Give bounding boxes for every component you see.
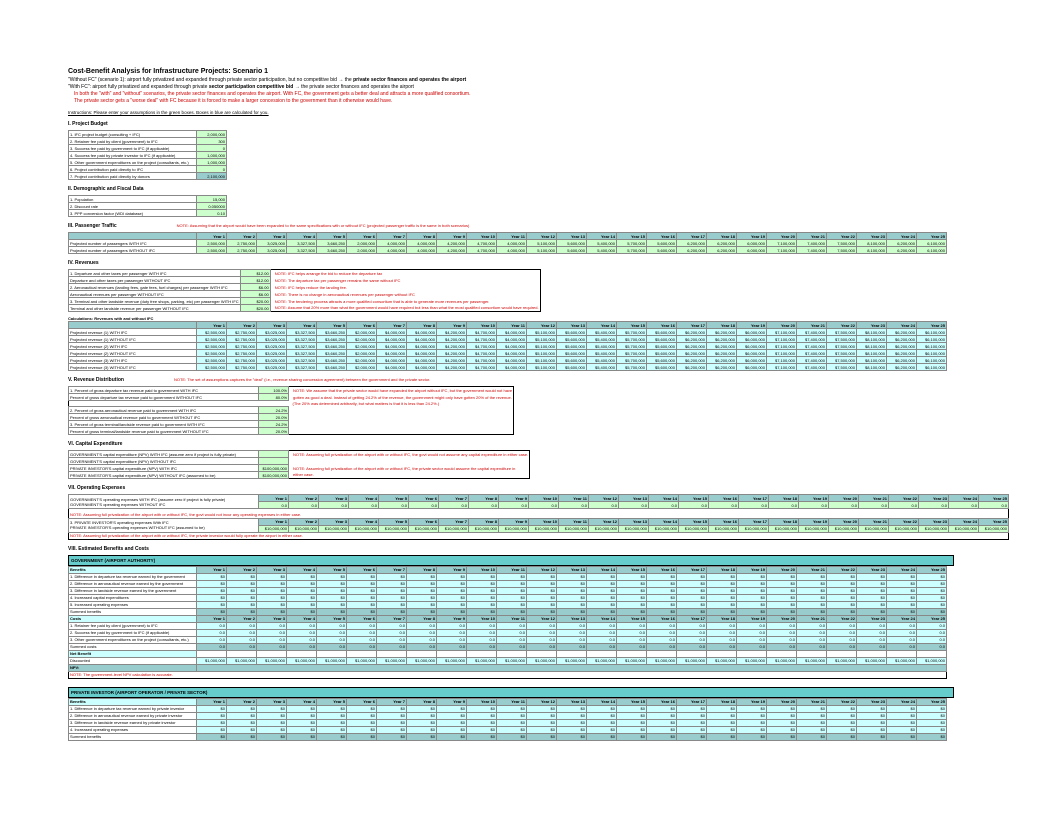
section-5-hdr: V. Revenue Distribution (68, 377, 124, 383)
section-7-hdr: VII. Operating Expenses (68, 485, 1057, 491)
row-label: 7. Project contribution paid directly by… (69, 173, 197, 180)
section-4-hdr: IV. Revenues (68, 260, 1057, 266)
section-3-hdr: III. Passenger Traffic (68, 223, 117, 229)
page-title: Cost-Benefit Analysis for Infrastructure… (68, 68, 1057, 75)
priv-hdr: PRIVATE INVESTOR (AIRPORT OPERATOR / PRI… (68, 687, 954, 698)
row-label: 3. Success fee paid by government to IFC… (69, 145, 197, 152)
capex-table: GOVERNMENT'S capital expenditure (NPV) W… (68, 450, 530, 479)
opex-table: GOVERNMENT'S operating expenses WITH IFC… (68, 494, 1009, 540)
instructions: Instructions: Please enter your assumpti… (68, 110, 1057, 115)
row-value[interactable]: 300 (197, 138, 227, 145)
gov-benefits-table: BenefitsYear 1Year 2Year 3Year 4Year 5Ye… (68, 566, 947, 679)
section-6-hdr: VI. Capital Expenditure (68, 441, 1057, 447)
row-label: 1. IFC project budget (consulting + IFC) (69, 131, 197, 138)
calc-table: Year 1Year 2Year 3Year 4Year 5Year 6Year… (68, 321, 947, 371)
note-red-2: The private sector gets a "worse deal" w… (74, 98, 1057, 104)
row-label: 5. Other government expenditures on the … (69, 159, 197, 166)
budget-table: 1. IFC project budget (consulting + IFC)… (68, 130, 227, 180)
note-red-1: In both the "with" and "without" scenari… (74, 91, 1057, 97)
subtitle-1: "Without FC" (scenario 1): airport fully… (68, 77, 1057, 83)
dist-table: 1. Percent of gross departure tax revenu… (68, 386, 514, 435)
revenue-table: 1. Departure and other taxes per passeng… (68, 269, 541, 312)
row-label: 2. Retainer fee paid by client (governme… (69, 138, 197, 145)
s5-note: NOTE: The set of assumptions captures th… (174, 377, 430, 382)
gov-hdr: GOVERNMENT (AIRPORT AUTHORITY) (68, 555, 954, 566)
section-1-hdr: I. Project Budget (68, 121, 1057, 127)
row-value[interactable]: 1,000,000 (197, 152, 227, 159)
passenger-table: Year 1Year 2Year 3Year 4Year 5Year 6Year… (68, 232, 947, 254)
row-value[interactable]: 0 (197, 166, 227, 173)
subtitle-2: "With FC": airport fully privatized and … (68, 84, 1057, 90)
row-value[interactable]: 2,000,000 (197, 131, 227, 138)
row-value: 2,100,000 (197, 173, 227, 180)
demo-table: 1. Population15,0002. Discount rate0.050… (68, 195, 227, 217)
section-8-hdr: VIII. Estimated Benefits and Costs (68, 546, 1057, 552)
section-2-hdr: II. Demographic and Fiscal Data (68, 186, 1057, 192)
row-label: 4. Success fee paid by private investor … (69, 152, 197, 159)
s3-note: NOTE: Assuming that the airport would ha… (177, 223, 470, 228)
row-value[interactable]: 0 (197, 145, 227, 152)
priv-benefits-table: BenefitsYear 1Year 2Year 3Year 4Year 5Ye… (68, 698, 947, 741)
row-value[interactable]: 1,000,000 (197, 159, 227, 166)
row-label: 6. Project contribution paid directly to… (69, 166, 197, 173)
